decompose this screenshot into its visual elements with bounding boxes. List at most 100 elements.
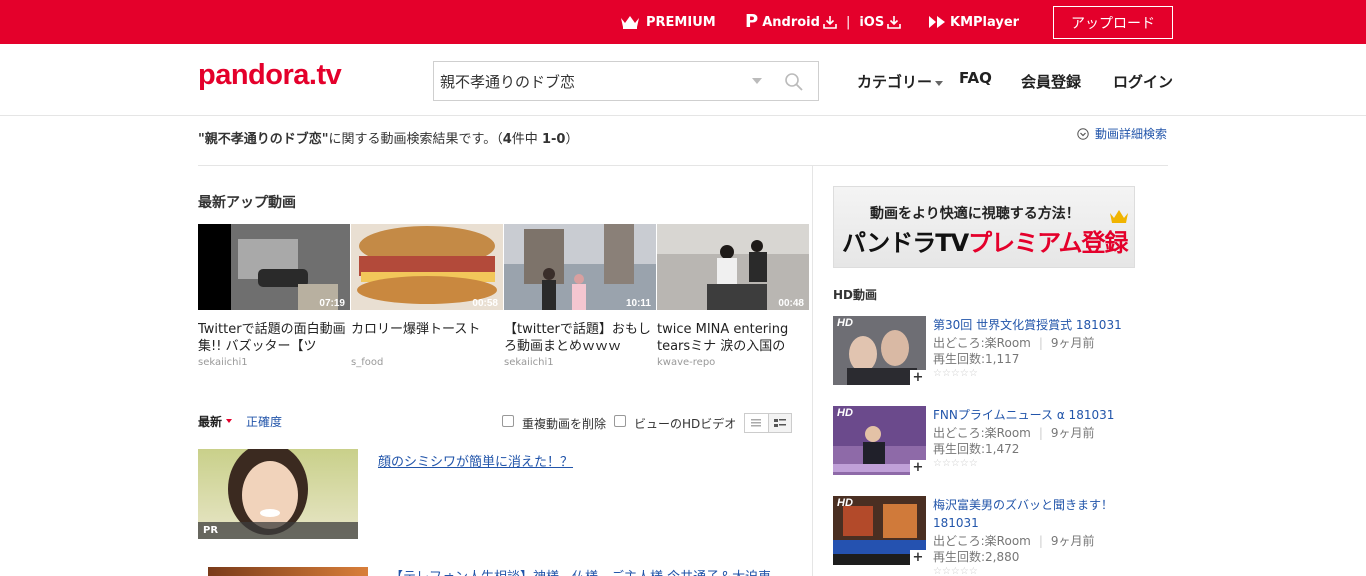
hd-video-views: 再生回数:1,117 bbox=[933, 352, 1020, 366]
video-title[interactable]: twice MINA entering tearsミナ 涙の入国の bbox=[657, 321, 809, 355]
divider: | bbox=[1038, 534, 1043, 548]
kmplayer-icon bbox=[929, 16, 945, 28]
hd-video-item[interactable]: HD + 第30回 世界文化賞授賞式 181031 出どころ:楽Room | 9ヶ月… bbox=[833, 316, 1153, 396]
video-card[interactable]: 00:48 twice MINA entering tearsミナ 涙の入国の … bbox=[657, 224, 809, 368]
kmplayer-label: KMPlayer bbox=[950, 14, 1020, 30]
column-divider bbox=[812, 166, 813, 576]
thumbnail-list-icon bbox=[773, 419, 786, 427]
ad-line2-b: プレミアム登録 bbox=[968, 229, 1128, 257]
search-input[interactable] bbox=[440, 62, 740, 100]
hd-video-views: 再生回数:2,880 bbox=[933, 550, 1020, 564]
video-card[interactable]: 00:58 カロリー爆弾トースト s_food bbox=[351, 224, 503, 368]
app-links: P Android | iOS bbox=[745, 0, 902, 44]
sort-latest[interactable]: 最新 bbox=[198, 413, 233, 430]
hd-video-source: 出どころ:楽Room | 9ヶ月前 bbox=[933, 334, 1095, 351]
video-thumbnail[interactable] bbox=[208, 567, 368, 576]
nav-member-register[interactable]: 会員登録 bbox=[1021, 71, 1081, 92]
video-title-link[interactable]: 【テレフォン人生相談】神様、仏様、ご主人様 今井通子＆大迫恵 bbox=[390, 566, 771, 576]
hd-badge: HD bbox=[837, 317, 853, 329]
divider: | bbox=[1038, 336, 1043, 350]
video-title[interactable]: カロリー爆弾トースト bbox=[351, 321, 503, 355]
latest-section-title: 最新アップ動画 bbox=[198, 195, 296, 211]
upload-button[interactable]: アップロード bbox=[1053, 6, 1173, 39]
premium-link[interactable]: PREMIUM bbox=[620, 0, 716, 44]
video-thumbnail[interactable]: 00:58 bbox=[351, 224, 503, 310]
pr-title-link[interactable]: 顔のシミシワが簡単に消えた！？ bbox=[378, 451, 573, 470]
rating-stars: ☆☆☆☆☆ bbox=[933, 566, 978, 576]
caret-down-icon bbox=[226, 419, 233, 423]
divider bbox=[198, 165, 1168, 166]
video-uploader[interactable]: kwave-repo bbox=[657, 357, 809, 368]
hd-age: 9ヶ月前 bbox=[1050, 426, 1095, 440]
site-logo[interactable]: pandora.tv bbox=[198, 59, 342, 92]
video-thumbnail[interactable]: HD + bbox=[833, 316, 926, 385]
video-uploader[interactable]: sekaiichi1 bbox=[504, 357, 656, 368]
hd-video-item[interactable]: HD + FNNプライムニュース α 181031 出どころ:楽Room | 9ヶ月… bbox=[833, 406, 1153, 486]
dedupe-checkbox[interactable] bbox=[502, 415, 514, 427]
video-title[interactable]: 【twitterで話題】おもしろ動画まとめｗｗｗ bbox=[504, 321, 656, 355]
sort-latest-label: 最新 bbox=[198, 415, 223, 429]
ad-line1: 動画をより快適に視聴する方法！ bbox=[870, 206, 1080, 222]
video-uploader[interactable]: s_food bbox=[351, 357, 503, 368]
result-range: 1-0 bbox=[541, 132, 566, 147]
search-icon[interactable] bbox=[784, 72, 804, 92]
video-thumbnail[interactable]: 07:19 bbox=[198, 224, 350, 310]
video-duration: 00:48 bbox=[778, 298, 804, 309]
list-view-icon bbox=[751, 419, 762, 427]
rating-stars: ☆☆☆☆☆ bbox=[933, 458, 978, 469]
pr-badge: PR bbox=[198, 522, 358, 539]
video-duration: 07:19 bbox=[319, 298, 345, 309]
list-view-button[interactable] bbox=[745, 414, 768, 432]
video-thumbnail[interactable]: 00:48 bbox=[657, 224, 809, 310]
video-thumbnail[interactable]: 10:11 bbox=[504, 224, 656, 310]
nav-faq[interactable]: FAQ bbox=[959, 69, 992, 87]
hd-age: 9ヶ月前 bbox=[1050, 534, 1095, 548]
hd-view-checkbox[interactable] bbox=[614, 415, 626, 427]
video-thumbnail[interactable]: HD + bbox=[833, 496, 926, 565]
result-text: に関する動画検索結果です。（ bbox=[328, 132, 503, 147]
hd-video-title[interactable]: FNNプライムニュース α 181031 bbox=[933, 406, 1123, 424]
pr-thumbnail[interactable]: PR bbox=[198, 449, 358, 539]
video-title[interactable]: Twitterで話題の面白動画集!! バズッター【ツ bbox=[198, 321, 350, 355]
hd-video-title[interactable]: 梅沢富美男のズバッと聞きます！ 181031 bbox=[933, 496, 1123, 532]
nav-login[interactable]: ログイン bbox=[1113, 71, 1173, 92]
premium-ad-banner[interactable]: 動画をより快適に視聴する方法！ パンドラTVプレミアム登録 bbox=[833, 186, 1135, 268]
hd-age: 9ヶ月前 bbox=[1050, 336, 1095, 350]
hd-video-title[interactable]: 第30回 世界文化賞授賞式 181031 bbox=[933, 316, 1123, 334]
hd-source-text: 出どころ:楽Room bbox=[933, 426, 1031, 440]
hd-source-text: 出どころ:楽Room bbox=[933, 534, 1031, 548]
video-thumbnail[interactable]: HD + bbox=[833, 406, 926, 475]
add-playlist-icon[interactable]: + bbox=[910, 550, 926, 565]
thumbnail-view-button[interactable] bbox=[767, 414, 791, 432]
result-count: 4 bbox=[502, 132, 512, 147]
divider: | bbox=[1038, 426, 1043, 440]
android-link[interactable]: Android bbox=[762, 15, 820, 30]
rating-stars: ☆☆☆☆☆ bbox=[933, 368, 978, 379]
video-card[interactable]: 10:11 【twitterで話題】おもしろ動画まとめｗｗｗ sekaiichi… bbox=[504, 224, 656, 368]
sort-accuracy[interactable]: 正確度 bbox=[246, 413, 282, 430]
nav-category-label: カテゴリー bbox=[857, 73, 933, 91]
hd-video-item[interactable]: HD + 梅沢富美男のズバッと聞きます！ 181031 出どころ:楽Room | 9… bbox=[833, 496, 1153, 576]
hd-badge: HD bbox=[837, 497, 853, 509]
result-close: ） bbox=[565, 132, 579, 147]
dedupe-label[interactable]: 重複動画を削除 bbox=[522, 415, 606, 432]
add-playlist-icon[interactable]: + bbox=[910, 370, 926, 385]
pandora-p-icon: P bbox=[745, 11, 759, 32]
detail-search-link[interactable]: 動画詳細検索 bbox=[1077, 125, 1167, 142]
add-playlist-icon[interactable]: + bbox=[910, 460, 926, 475]
search-result-summary: "親不孝通りのドブ恋"に関する動画検索結果です。（4件中 1-0） bbox=[198, 128, 578, 147]
hd-view-label[interactable]: ビューのHDビデオ bbox=[634, 415, 736, 432]
video-uploader[interactable]: sekaiichi1 bbox=[198, 357, 350, 368]
search-box bbox=[433, 61, 819, 101]
ios-link[interactable]: iOS bbox=[859, 15, 884, 30]
video-card[interactable]: 07:19 Twitterで話題の面白動画集!! バズッター【ツ sekaiic… bbox=[198, 224, 350, 368]
nav-category[interactable]: カテゴリー bbox=[857, 71, 944, 92]
kmplayer-link[interactable]: KMPlayer bbox=[928, 0, 1019, 44]
top-bar: PREMIUM P Android | iOS KMPlayer アップロード bbox=[0, 0, 1366, 44]
hd-badge: HD bbox=[837, 407, 853, 419]
search-dropdown-icon[interactable] bbox=[752, 78, 762, 84]
circle-chevron-down-icon bbox=[1077, 127, 1089, 140]
result-query: "親不孝通りのドブ恋" bbox=[198, 132, 329, 147]
video-duration: 10:11 bbox=[625, 298, 651, 309]
hd-video-source: 出どころ:楽Room | 9ヶ月前 bbox=[933, 424, 1095, 441]
